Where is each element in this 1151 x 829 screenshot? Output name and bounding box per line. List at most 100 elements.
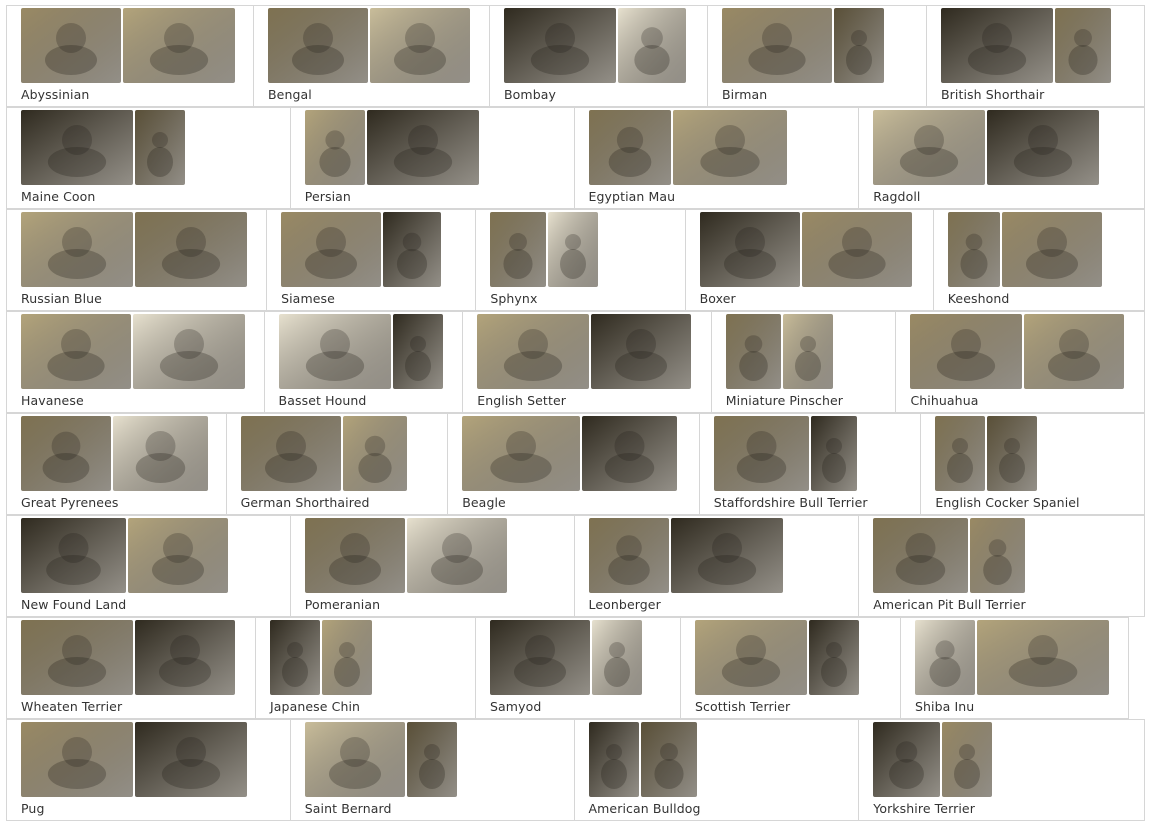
pet-photo[interactable]: [588, 110, 671, 185]
pet-photo[interactable]: [782, 314, 833, 389]
pet-photo[interactable]: [406, 722, 457, 797]
pet-photo[interactable]: [21, 314, 131, 389]
pet-photo[interactable]: [588, 722, 639, 797]
breed-card[interactable]: Leonberger: [573, 515, 860, 617]
breed-card[interactable]: Samyod: [475, 617, 681, 719]
breed-card[interactable]: Egyptian Mau: [573, 107, 860, 209]
breed-card[interactable]: English Cocker Spaniel: [920, 413, 1145, 515]
breed-card[interactable]: Great Pyrenees: [6, 413, 227, 515]
pet-photo[interactable]: [304, 110, 365, 185]
pet-photo[interactable]: [342, 416, 407, 491]
pet-photo[interactable]: [1001, 212, 1102, 287]
pet-photo[interactable]: [406, 518, 507, 593]
breed-card[interactable]: English Setter: [462, 311, 712, 413]
pet-photo[interactable]: [462, 416, 581, 491]
pet-photo[interactable]: [270, 620, 320, 695]
pet-photo[interactable]: [672, 110, 787, 185]
pet-photo[interactable]: [935, 416, 986, 491]
breed-card[interactable]: Pomeranian: [289, 515, 575, 617]
pet-photo[interactable]: [873, 110, 986, 185]
breed-card[interactable]: New Found Land: [6, 515, 291, 617]
pet-photo[interactable]: [133, 314, 245, 389]
pet-photo[interactable]: [135, 212, 247, 287]
breed-card[interactable]: American Bulldog: [573, 719, 860, 821]
breed-card[interactable]: Russian Blue: [6, 209, 268, 311]
breed-card[interactable]: Abyssinian: [6, 5, 254, 107]
breed-card[interactable]: Chihuahua: [895, 311, 1145, 413]
pet-photo[interactable]: [592, 620, 642, 695]
pet-photo[interactable]: [548, 212, 599, 287]
pet-photo[interactable]: [383, 212, 442, 287]
pet-photo[interactable]: [873, 518, 969, 593]
breed-card[interactable]: Persian: [289, 107, 575, 209]
pet-photo[interactable]: [113, 416, 208, 491]
pet-photo[interactable]: [809, 620, 859, 695]
pet-photo[interactable]: [477, 314, 590, 389]
breed-card[interactable]: Miniature Pinscher: [710, 311, 897, 413]
breed-card[interactable]: Bengal: [253, 5, 490, 107]
breed-card[interactable]: Sphynx: [475, 209, 686, 311]
pet-photo[interactable]: [591, 314, 692, 389]
pet-photo[interactable]: [490, 620, 590, 695]
pet-photo[interactable]: [366, 110, 479, 185]
pet-photo[interactable]: [504, 8, 616, 83]
pet-photo[interactable]: [322, 620, 372, 695]
breed-card[interactable]: Ragdoll: [858, 107, 1145, 209]
breed-card[interactable]: Scottish Terrier: [680, 617, 901, 719]
breed-card[interactable]: Bombay: [489, 5, 708, 107]
pet-photo[interactable]: [135, 722, 247, 797]
pet-photo[interactable]: [947, 212, 1000, 287]
pet-photo[interactable]: [135, 110, 185, 185]
pet-photo[interactable]: [21, 8, 121, 83]
breed-card[interactable]: Siamese: [266, 209, 477, 311]
breed-card[interactable]: Pug: [6, 719, 291, 821]
pet-photo[interactable]: [834, 8, 884, 83]
breed-card[interactable]: Staffordshire Bull Terrier: [698, 413, 922, 515]
pet-photo[interactable]: [977, 620, 1109, 695]
breed-card[interactable]: Saint Bernard: [289, 719, 575, 821]
breed-card[interactable]: Basset Hound: [263, 311, 464, 413]
pet-photo[interactable]: [588, 518, 669, 593]
breed-card[interactable]: Beagle: [447, 413, 700, 515]
pet-photo[interactable]: [21, 722, 133, 797]
breed-card[interactable]: Boxer: [684, 209, 934, 311]
pet-photo[interactable]: [21, 620, 133, 695]
pet-photo[interactable]: [725, 314, 781, 389]
pet-photo[interactable]: [304, 722, 405, 797]
pet-photo[interactable]: [942, 722, 993, 797]
pet-photo[interactable]: [268, 8, 368, 83]
pet-photo[interactable]: [873, 722, 941, 797]
pet-photo[interactable]: [987, 110, 1100, 185]
pet-photo[interactable]: [970, 518, 1026, 593]
pet-photo[interactable]: [640, 722, 697, 797]
breed-card[interactable]: Wheaten Terrier: [6, 617, 256, 719]
breed-card[interactable]: British Shorthair: [926, 5, 1145, 107]
pet-photo[interactable]: [370, 8, 470, 83]
pet-photo[interactable]: [240, 416, 341, 491]
pet-photo[interactable]: [910, 314, 1023, 389]
pet-photo[interactable]: [695, 620, 807, 695]
pet-photo[interactable]: [670, 518, 783, 593]
breed-card[interactable]: Havanese: [6, 311, 265, 413]
pet-photo[interactable]: [801, 212, 912, 287]
breed-card[interactable]: Birman: [707, 5, 927, 107]
breed-card[interactable]: American Pit Bull Terrier: [858, 515, 1145, 617]
pet-photo[interactable]: [281, 212, 382, 287]
pet-photo[interactable]: [135, 620, 235, 695]
breed-card[interactable]: Maine Coon: [6, 107, 291, 209]
pet-photo[interactable]: [1024, 314, 1125, 389]
pet-photo[interactable]: [1055, 8, 1111, 83]
pet-photo[interactable]: [699, 212, 800, 287]
breed-card[interactable]: Yorkshire Terrier: [858, 719, 1145, 821]
pet-photo[interactable]: [915, 620, 975, 695]
pet-photo[interactable]: [123, 8, 235, 83]
pet-photo[interactable]: [713, 416, 809, 491]
pet-photo[interactable]: [21, 212, 133, 287]
pet-photo[interactable]: [810, 416, 857, 491]
breed-card[interactable]: Shiba Inu: [900, 617, 1129, 719]
pet-photo[interactable]: [582, 416, 678, 491]
pet-photo[interactable]: [278, 314, 391, 389]
pet-photo[interactable]: [21, 518, 126, 593]
breed-card[interactable]: Japanese Chin: [255, 617, 476, 719]
breed-card[interactable]: German Shorthaired: [225, 413, 449, 515]
